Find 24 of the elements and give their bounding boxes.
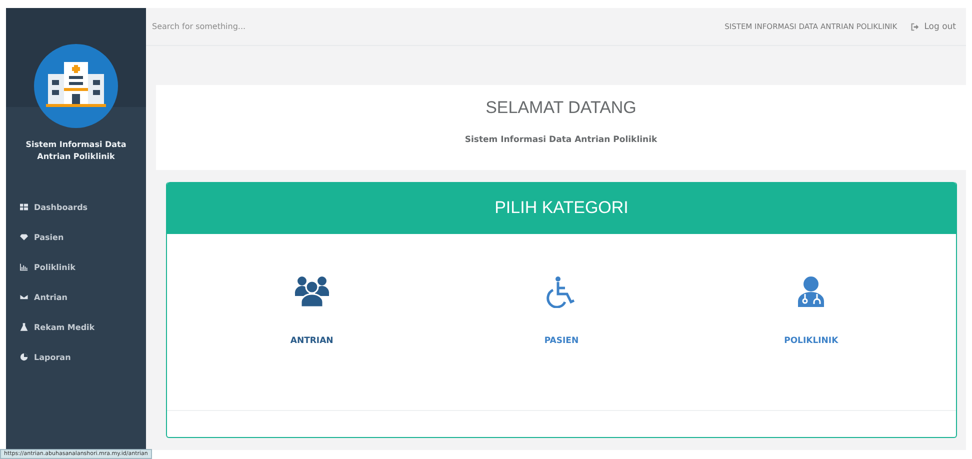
app-title: Sistem Informasi Data Antrian Poliklinik [24, 139, 128, 163]
logout-link[interactable]: Log out [911, 22, 956, 32]
welcome-subtitle: Sistem Informasi Data Antrian Poliklinik [464, 135, 658, 145]
sidebar-item[interactable]: Poliklinik [6, 252, 146, 282]
grid-icon [20, 203, 28, 211]
welcome-title: SELAMAT DATANG [486, 98, 636, 118]
bar-chart-icon [20, 263, 28, 271]
sidebar-item[interactable]: Rekam Medik [6, 312, 146, 342]
category-link[interactable]: PASIEN [501, 234, 622, 410]
sidebar-item[interactable]: Dashboards [6, 192, 146, 222]
search-field[interactable]: Search for something... [152, 22, 352, 31]
flask-icon [20, 323, 28, 331]
sidebar-item[interactable]: Pasien [6, 222, 146, 252]
users-icon [294, 276, 330, 308]
diamond-icon [20, 233, 28, 241]
sidebar-item[interactable]: Antrian [6, 282, 146, 312]
sidebar-item[interactable]: Laporan [6, 342, 146, 372]
category-link[interactable]: POLIKLINIK [751, 234, 872, 410]
sign-out-icon [911, 22, 920, 30]
pie-chart-icon [20, 353, 28, 361]
envelope-icon [20, 293, 28, 301]
category-link[interactable]: ANTRIAN [252, 234, 372, 410]
category-title: PILIH KATEGORI [494, 198, 628, 218]
hospital-logo-icon [34, 44, 118, 128]
